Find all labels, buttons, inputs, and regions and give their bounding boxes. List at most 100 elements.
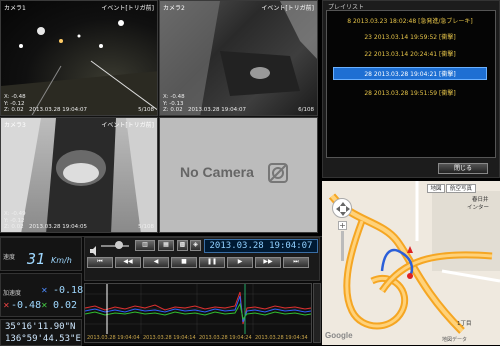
camera-1-timestamp: 2013.03.28 19:04:07 [29,107,87,113]
accel-y-icon: ✕ [3,301,10,310]
camera-2-page: 6/108 [298,107,314,113]
camera-3-title: カメラ3 [4,122,26,129]
playlist-item-text: 2013.03.28 19:51:59 [衝撃] [373,90,456,97]
stop-button[interactable]: ■ [171,257,197,268]
playlist-item-text: 2013.03.23 18:02:48 [急発進/急ブレーキ] [352,18,473,25]
playback-datetime: 2013.03.28 19:04:07 [204,239,318,253]
camera-view-3[interactable]: カメラ3 イベント[トリガ前] X: -0.49 Y: -0.12 Z: 0.0… [0,117,158,233]
camera-1-page: 5/108 [138,107,154,113]
snapshot-button[interactable]: ▩ [177,240,188,251]
pan-arrows-icon [336,202,350,216]
speed-value: 31 [27,250,46,268]
map-view[interactable]: 地図 航空写真 + 春日井 インター 1丁目 地図データ Google [322,181,500,345]
speaker-icon [90,246,96,256]
camera-1-y: Y: -0.12 [4,100,25,107]
playlist-item[interactable]: 8 2013.03.23 18:02:48 [急発進/急ブレーキ] [333,15,487,28]
skip-end-button[interactable]: ⏭ [283,257,309,268]
dashboard: 速度 31 Km/h 加速度 ✕ -0.18 ✕ -0.48 ✕ 0.02 35… [0,236,322,346]
map-zoom-in-button[interactable]: + [338,221,347,230]
camera-1-event: イベント[トリガ前] [101,5,154,12]
camera-2-title: カメラ2 [163,5,185,12]
playlist-item-number: 8 [347,18,352,25]
accel-y-value: -0.48 [11,300,42,311]
camera-grid: カメラ1 イベント[トリガ前] X: -0.48 Y: -0.12 Z: 0.0… [0,0,318,233]
camera-2-accel: X: -0.48 Y: -0.13 Z: 0.02 [163,94,185,113]
camera-3-y: Y: -0.12 [4,217,25,224]
map-type-satellite-button[interactable]: 航空写真 [446,184,476,193]
camera-2-z: Z: 0.02 [163,106,183,113]
play-button[interactable]: ▶ [227,257,253,268]
accel-graph[interactable]: 2013.03.28 19:04:04 2013.03.28 19:04:14 … [84,283,312,343]
google-logo: Google [325,331,353,340]
playlist-item-number: 23 [364,34,372,41]
playlist-item[interactable]: 23 2013.03.14 19:59:52 [衝撃] [333,31,487,44]
map-attribution: 地図データ [442,337,468,343]
speed-panel: 速度 31 Km/h [0,237,82,271]
camera-1-accel: X: -0.48 Y: -0.12 Z: 0.02 [4,94,26,113]
map-pan-control[interactable] [332,198,352,218]
skip-start-button[interactable]: ⏮ [87,257,113,268]
playlist-item-text: 2013.03.28 19:04:21 [衝撃] [373,71,456,78]
camera-2-x: X: -0.48 [163,94,185,101]
camera-3-accel: X: -0.49 Y: -0.12 Z: 0.02 [4,211,26,230]
map-label: 春日井 [472,197,489,203]
camera-2-y: Y: -0.13 [163,100,184,107]
accel-graph-plot [85,284,311,334]
camera-view-4[interactable]: No Camera [159,117,318,233]
playlist-item[interactable]: 22 2013.03.14 20:24:41 [衝撃] [333,48,487,61]
camera-1-z: Z: 0.02 [4,106,24,113]
camera-3-timestamp: 2013.03.28 19:04:05 [29,224,87,230]
camera-view-1[interactable]: カメラ1 イベント[トリガ前] X: -0.48 Y: -0.12 Z: 0.0… [0,0,158,116]
pause-button[interactable]: ❚❚ [199,257,225,268]
camera-view-2[interactable]: カメラ2 イベント[トリガ前] X: -0.48 Y: -0.13 Z: 0.0… [159,0,318,116]
layout-grid-button[interactable]: ▦ [158,240,174,251]
reverse-button[interactable]: ◀ [143,257,169,268]
playlist-item-text: 2013.03.14 19:59:52 [衝撃] [373,34,456,41]
playlist-list: 8 2013.03.23 18:02:48 [急発進/急ブレーキ] 23 201… [326,10,496,158]
accel-x-icon: ✕ [41,286,48,295]
graph-time-label: 2013.03.28 19:04:04 [87,335,140,341]
map-zoom-slider[interactable] [341,231,344,261]
step-back-button[interactable]: ◀◀ [115,257,141,268]
accel-x-value: -0.18 [53,285,84,296]
map-label: 1丁目 [457,321,472,327]
fast-forward-button[interactable]: ▶▶ [255,257,281,268]
camera-3-x: X: -0.49 [4,211,26,218]
gps-latitude: 35°16'11.90"N [5,322,76,332]
playlist-item-number: 22 [364,51,372,58]
playlist-close-button[interactable]: 閉じる [438,163,488,174]
no-camera-icon [268,163,288,183]
gps-longitude: 136°59'44.53"E [5,334,81,344]
map-label: インター [467,205,490,211]
camera-2-event: イベント[トリガ前] [261,5,314,12]
playlist-item-selected[interactable]: 28 2013.03.28 19:04:21 [衝撃] [333,67,487,80]
playlist-item-number: 28 [364,90,372,97]
camera-3-z: Z: 0.02 [4,223,24,230]
layout-split-button[interactable]: ▥ [135,240,155,251]
map-type-map-button[interactable]: 地図 [427,184,445,193]
speed-label: 速度 [3,254,16,261]
accel-z-icon: ✕ [41,301,48,310]
graph-time-label: 2013.03.28 19:04:34 [255,335,308,341]
graph-time-label: 2013.03.28 19:04:14 [143,335,196,341]
map-toggle-button[interactable]: ◈ [190,240,201,251]
accel-label: 加速度 [3,290,22,297]
playlist-item-number: 28 [364,71,372,78]
camera-3-event: イベント[トリガ前] [101,122,154,129]
camera-3-page: 5/108 [138,224,154,230]
player-controls: ▥ ▦ ▩ ◈ 2013.03.28 19:04:07 ⏮ ◀◀ ◀ ■ ❚❚ … [84,237,320,281]
camera-2-timestamp: 2013.03.28 19:04:07 [188,107,246,113]
graph-scrollbar[interactable] [313,283,321,343]
speed-unit: Km/h [51,256,72,265]
volume-knob[interactable] [115,241,123,249]
gps-panel: 35°16'11.90"N 136°59'44.53"E [0,319,82,346]
camera-1-x: X: -0.48 [4,94,26,101]
playlist-item[interactable]: 28 2013.03.28 19:51:59 [衝撃] [333,87,487,100]
camera-1-title: カメラ1 [4,5,26,12]
no-camera-label: No Camera [180,164,254,180]
accel-panel: 加速度 ✕ -0.18 ✕ -0.48 ✕ 0.02 [0,273,84,317]
graph-time-label: 2013.03.28 19:04:24 [199,335,252,341]
accel-z-value: 0.02 [53,300,78,311]
playlist-item-text: 2013.03.14 20:24:41 [衝撃] [373,51,456,58]
volume-icon[interactable] [89,241,99,256]
